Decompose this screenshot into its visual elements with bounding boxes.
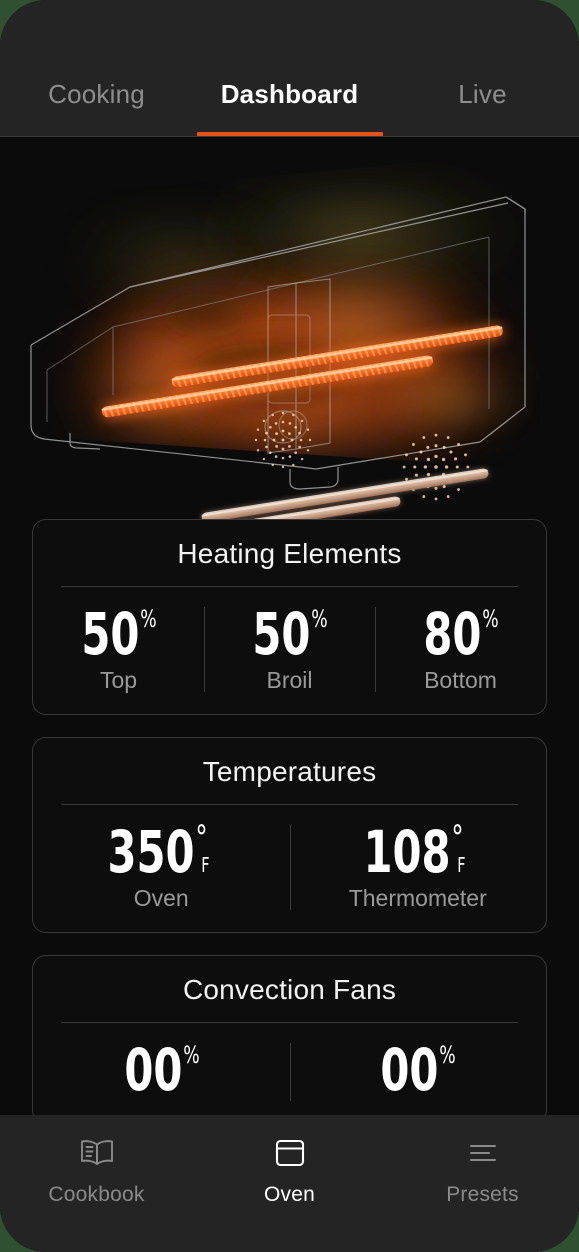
nav-item-cookbook[interactable]: Cookbook bbox=[0, 1133, 193, 1207]
metric-fan-1[interactable]: 00% bbox=[33, 1041, 290, 1103]
metric-top-label: Top bbox=[99, 667, 138, 693]
oven-box-icon bbox=[193, 1133, 386, 1173]
metric-top-value: 50 bbox=[81, 600, 140, 668]
nav-item-cookbook-label: Cookbook bbox=[48, 1183, 145, 1206]
metric-thermometer-label: Thermometer bbox=[348, 885, 487, 911]
card-temperatures[interactable]: Temperatures 350°F Oven 108°F Thermomete… bbox=[32, 737, 547, 933]
metric-bottom-value: 80 bbox=[423, 600, 482, 668]
oven-cutaway-illustration bbox=[0, 137, 579, 519]
metric-oven-temp-value-wrap: 350°F bbox=[107, 821, 215, 881]
metric-broil-label: Broil bbox=[266, 667, 313, 693]
metric-broil-unit: % bbox=[311, 605, 328, 633]
metric-oven-temp-label: Oven bbox=[133, 885, 189, 911]
metric-bottom-value-wrap: 80% bbox=[423, 605, 498, 663]
tab-live-label: Live bbox=[458, 78, 507, 109]
metric-thermometer-temp[interactable]: 108°F Thermometer bbox=[289, 821, 547, 912]
metric-bottom[interactable]: 80% Bottom bbox=[375, 605, 546, 694]
metric-fan-1-value-wrap: 00% bbox=[124, 1041, 199, 1099]
list-lines-icon bbox=[386, 1133, 579, 1173]
nav-item-oven-label: Oven bbox=[264, 1183, 315, 1206]
tab-dashboard-label: Dashboard bbox=[220, 78, 359, 109]
metric-thermometer-scale: F bbox=[457, 853, 466, 877]
metric-oven-temp-scale: F bbox=[201, 853, 210, 877]
metric-bottom-label: Bottom bbox=[424, 667, 497, 693]
metric-fan-2-value: 00 bbox=[380, 1036, 439, 1104]
open-book-icon bbox=[0, 1133, 193, 1173]
metric-broil-value-wrap: 50% bbox=[252, 605, 327, 663]
metric-thermometer-value-wrap: 108°F bbox=[364, 821, 472, 881]
nav-item-presets-label: Presets bbox=[446, 1183, 519, 1206]
metric-oven-temp-degree: ° bbox=[195, 818, 208, 858]
metric-top-value-wrap: 50% bbox=[81, 605, 156, 663]
metric-fan-2-unit: % bbox=[439, 1041, 456, 1069]
bottom-navigation-bar: Cookbook Oven Presets bbox=[0, 1115, 579, 1252]
metric-top-unit: % bbox=[140, 605, 157, 633]
dashboard-content[interactable]: Heating Elements 50% Top 50% Broil 80% B… bbox=[0, 137, 579, 1252]
metric-thermometer-value: 108 bbox=[363, 818, 452, 886]
metric-bottom-unit: % bbox=[482, 605, 499, 633]
metric-oven-temp-value: 350 bbox=[107, 818, 195, 886]
metric-thermometer-degree: ° bbox=[451, 818, 465, 858]
metric-fan-2[interactable]: 00% bbox=[289, 1041, 547, 1103]
tab-list: Cooking Dashboard Live bbox=[0, 57, 579, 137]
top-tab-bar: Cooking Dashboard Live bbox=[0, 0, 579, 137]
convection-fans-metrics: 00% 00% bbox=[33, 1023, 546, 1123]
tab-cooking-label: Cooking bbox=[48, 78, 145, 109]
tab-cooking[interactable]: Cooking bbox=[0, 57, 193, 137]
tab-dashboard[interactable]: Dashboard bbox=[193, 57, 386, 137]
metric-broil[interactable]: 50% Broil bbox=[204, 605, 375, 694]
card-heating-elements-title: Heating Elements bbox=[177, 538, 402, 569]
temperatures-metrics: 350°F Oven 108°F Thermometer bbox=[33, 805, 546, 932]
metric-broil-value: 50 bbox=[252, 600, 311, 668]
heating-elements-metrics: 50% Top 50% Broil 80% Bottom bbox=[33, 587, 546, 714]
metric-fan-2-value-wrap: 00% bbox=[380, 1041, 455, 1099]
tab-live[interactable]: Live bbox=[386, 57, 579, 137]
metric-oven-temp[interactable]: 350°F Oven bbox=[33, 821, 290, 912]
nav-item-presets[interactable]: Presets bbox=[386, 1133, 579, 1207]
metric-top[interactable]: 50% Top bbox=[33, 605, 204, 694]
nav-item-oven[interactable]: Oven bbox=[193, 1133, 386, 1207]
card-convection-fans-title: Convection Fans bbox=[182, 974, 397, 1005]
card-convection-fans[interactable]: Convection Fans 00% 00% bbox=[32, 955, 547, 1124]
metric-fan-1-unit: % bbox=[182, 1041, 200, 1069]
card-heating-elements[interactable]: Heating Elements 50% Top 50% Broil 80% B… bbox=[32, 519, 547, 715]
phone-screen: Cooking Dashboard Live Heating Elements … bbox=[0, 0, 579, 1252]
card-temperatures-title: Temperatures bbox=[202, 756, 377, 787]
metric-fan-1-value: 00 bbox=[123, 1036, 183, 1104]
